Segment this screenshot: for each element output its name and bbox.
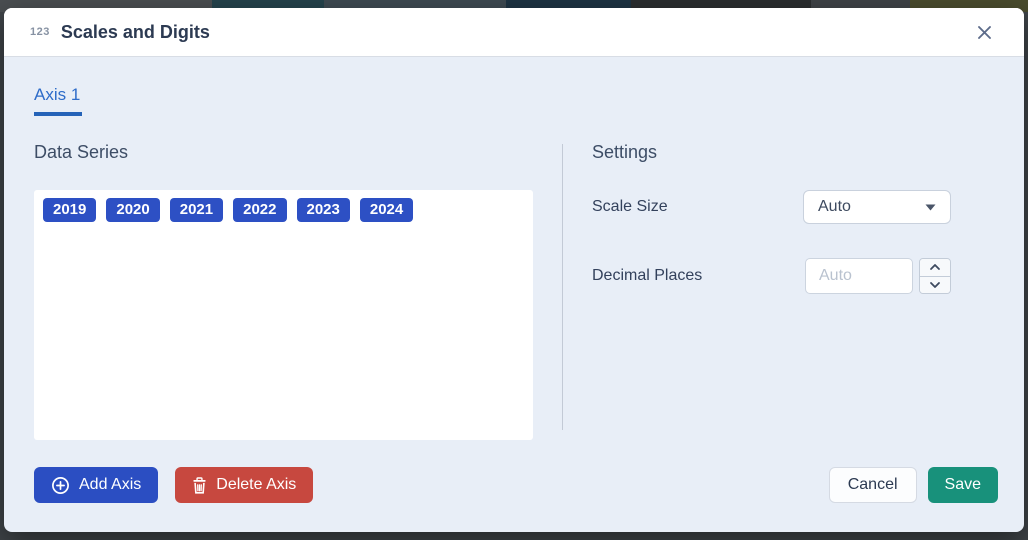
data-series-chip[interactable]: 2023: [297, 198, 350, 222]
save-button[interactable]: Save: [928, 467, 998, 503]
decimal-places-label: Decimal Places: [592, 267, 702, 285]
data-series-panel[interactable]: 2019 2020 2021 2022 2023 2024: [34, 190, 533, 440]
dialog-title: Scales and Digits: [61, 22, 210, 43]
scale-size-value: Auto: [818, 198, 851, 216]
stepper-down-button[interactable]: [920, 277, 950, 294]
data-series-heading: Data Series: [34, 142, 533, 163]
numeric-123-icon: 123: [30, 26, 50, 38]
settings-section: Settings Scale Size Auto: [592, 142, 998, 440]
dialog-columns: Data Series 2019 2020 2021 2022 2023 2024 Set…: [30, 142, 998, 440]
delete-axis-label: Delete Axis: [216, 476, 296, 494]
data-series-chip[interactable]: 2024: [360, 198, 413, 222]
trash-icon: [192, 477, 207, 494]
decimal-places-control: [805, 258, 951, 294]
delete-axis-button[interactable]: Delete Axis: [175, 467, 313, 503]
chevron-down-icon: [925, 204, 936, 211]
screen: 123 Scales and Digits Axis 1 Data Series…: [0, 0, 1028, 540]
scale-size-label: Scale Size: [592, 198, 668, 216]
decimal-places-row: Decimal Places: [592, 258, 951, 294]
data-series-chip[interactable]: 2020: [106, 198, 159, 222]
settings-heading: Settings: [592, 142, 951, 163]
data-series-chip[interactable]: 2022: [233, 198, 286, 222]
dialog-body: Axis 1 Data Series 201920202021202220232…: [4, 57, 1024, 532]
scale-size-control: Auto: [803, 190, 951, 224]
decimal-places-stepper: [919, 258, 951, 294]
section-divider: [562, 144, 563, 430]
axis-tabs: Axis 1: [34, 85, 998, 116]
add-axis-button[interactable]: Add Axis: [34, 467, 158, 503]
cancel-button[interactable]: Cancel: [829, 467, 917, 503]
data-series-chip[interactable]: 2021: [170, 198, 223, 222]
tab-axis-1[interactable]: Axis 1: [34, 85, 82, 116]
add-axis-label: Add Axis: [79, 476, 141, 494]
plus-circle-icon: [51, 476, 70, 495]
close-icon[interactable]: [970, 18, 998, 46]
stepper-up-button[interactable]: [920, 259, 950, 277]
data-series-chip[interactable]: 2019: [43, 198, 96, 222]
scale-size-select[interactable]: Auto: [803, 190, 951, 224]
scales-and-digits-dialog: 123 Scales and Digits Axis 1 Data Series…: [4, 8, 1024, 532]
scale-size-row: Scale Size Auto: [592, 190, 951, 224]
data-series-section: Data Series 2019 2020 2021 2022 2023 2024: [34, 142, 533, 440]
dialog-footer: Add Axis Delete Axis Cancel Save: [30, 467, 998, 503]
dialog-header: 123 Scales and Digits: [4, 8, 1024, 57]
decimal-places-input[interactable]: [805, 258, 913, 294]
